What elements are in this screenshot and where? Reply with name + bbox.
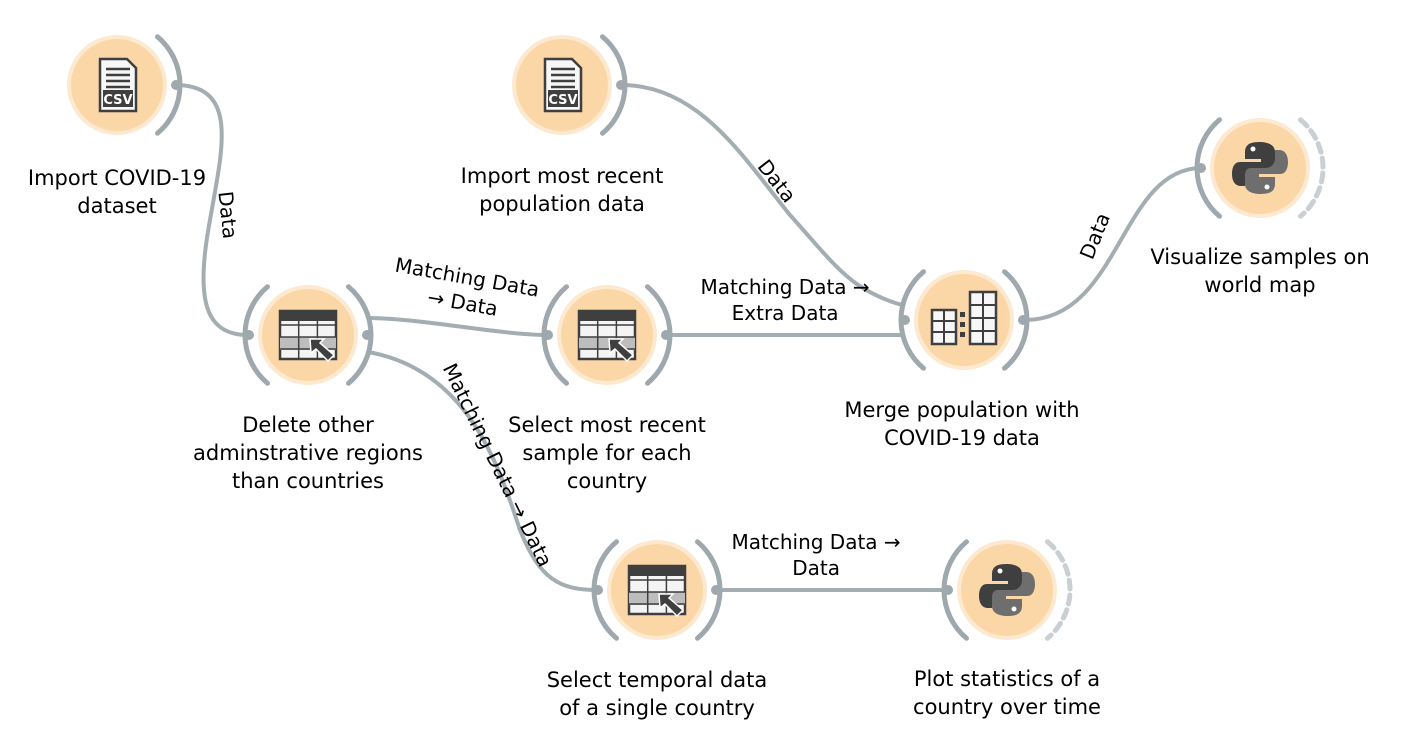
nodes-layer: CSV CSV <box>67 34 1326 641</box>
node-visualize-map[interactable] <box>1194 117 1326 219</box>
input-anchor[interactable] <box>900 315 910 325</box>
select-rows-icon <box>627 564 687 618</box>
csv-file-icon: CSV <box>543 57 583 113</box>
input-anchor[interactable] <box>943 585 953 595</box>
workflow-canvas: CSV CSV <box>67 34 1326 641</box>
node-merge[interactable] <box>898 269 1030 371</box>
output-anchor[interactable] <box>171 80 181 90</box>
input-anchor[interactable] <box>593 585 603 595</box>
output-anchor[interactable] <box>616 80 626 90</box>
link-import_population-to-merge[interactable] <box>621 83 903 307</box>
node-caption-import-population: Import most recent population data <box>460 164 664 216</box>
link-label-select-temporal-to-plot-stats: Matching Data → Data <box>731 530 901 580</box>
node-import-covid[interactable]: CSV <box>67 34 183 136</box>
node-plot-stats[interactable] <box>941 539 1073 641</box>
output-anchor[interactable] <box>362 330 372 340</box>
node-select-temporal[interactable] <box>591 539 723 641</box>
node-caption-merge: Merge population with COVID-19 data <box>844 398 1080 450</box>
node-select-recent[interactable] <box>541 284 673 386</box>
select-rows-icon <box>577 309 637 363</box>
node-import-population[interactable]: CSV <box>512 34 628 136</box>
output-anchor[interactable] <box>661 330 671 340</box>
input-anchor[interactable] <box>244 330 254 340</box>
svg-text:CSV: CSV <box>103 93 132 108</box>
link-label-import-covid-to-delete-regions: Data <box>213 189 243 241</box>
node-caption-select-temporal: Select temporal data of a single country <box>546 668 768 720</box>
link-label-select-recent-to-merge: Matching Data → Extra Data <box>700 275 870 325</box>
node-caption-select-recent: Select most recent sample for each count… <box>508 413 706 493</box>
select-rows-icon <box>278 309 338 363</box>
output-anchor[interactable] <box>1018 315 1028 325</box>
csv-file-icon: CSV <box>98 57 138 113</box>
node-delete-regions[interactable] <box>242 284 374 386</box>
input-anchor[interactable] <box>543 330 553 340</box>
node-caption-import-covid: Import COVID-19 dataset <box>27 166 207 218</box>
svg-text:CSV: CSV <box>548 93 577 108</box>
output-anchor[interactable] <box>711 585 721 595</box>
node-caption-visualize-map: Visualize samples on world map <box>1150 245 1370 297</box>
node-caption-delete-regions: Delete other adminstrative regions than … <box>193 413 423 493</box>
input-anchor[interactable] <box>1196 163 1206 173</box>
node-caption-plot-stats: Plot statistics of a country over time <box>913 667 1101 719</box>
